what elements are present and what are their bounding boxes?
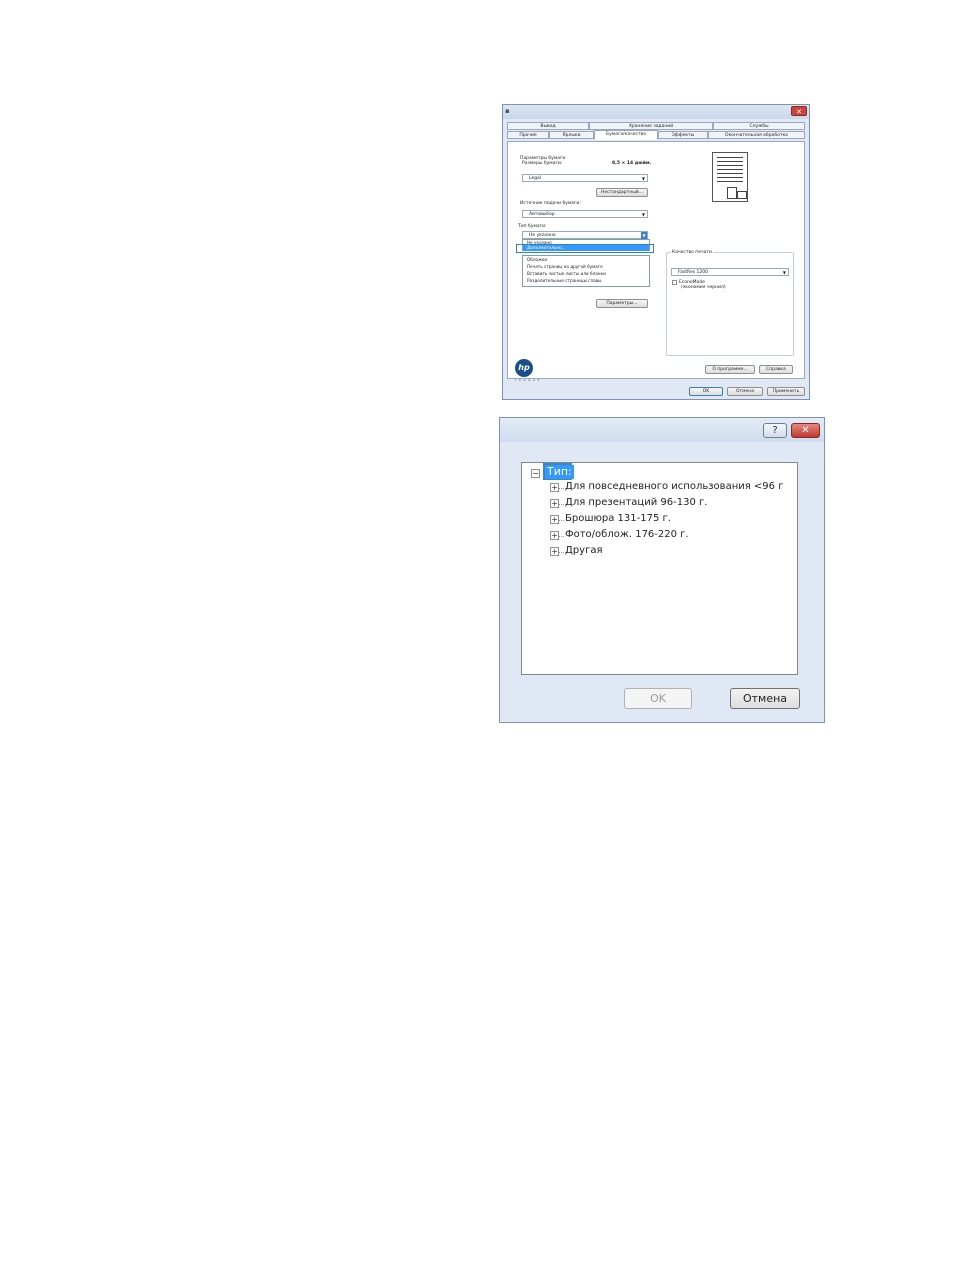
tree-connector xyxy=(559,520,564,521)
paper-size-value: 8,5 × 14 дюйм. xyxy=(612,161,652,166)
tree-connector xyxy=(559,536,564,537)
economode-checkbox[interactable] xyxy=(672,280,677,285)
tree-item-photo-cover[interactable]: Фото/облож. 176-220 г. xyxy=(565,529,689,540)
expand-icon[interactable]: + xyxy=(550,547,559,556)
tree-connector xyxy=(559,488,564,489)
tab-advanced[interactable]: Прочие xyxy=(507,131,549,139)
list-item[interactable]: Разделительные страницы главы xyxy=(527,278,601,283)
ok-button[interactable]: OK xyxy=(624,688,692,709)
expand-icon[interactable]: + xyxy=(550,515,559,524)
hp-logo-tagline: i n v e n t xyxy=(515,378,541,382)
collapse-icon[interactable]: − xyxy=(531,469,540,478)
tree-root-type[interactable]: Тип: xyxy=(545,465,574,479)
about-button[interactable]: О программе... xyxy=(705,365,755,374)
hp-logo: hp xyxy=(515,359,533,377)
paper-size-select-value: Legal xyxy=(529,176,542,181)
paper-type-label: Тип бумаги: xyxy=(518,224,547,229)
economode-sublabel: (экономия чернил) xyxy=(681,285,726,290)
help-button[interactable]: Справка xyxy=(759,365,793,374)
tree-item-everyday[interactable]: Для повседневного использования <96 г xyxy=(565,481,783,492)
paper-quality-panel: Параметры бумаги Размеры бумаги: 8,5 × 1… xyxy=(507,141,805,379)
tab-services[interactable]: Службы xyxy=(713,122,805,130)
list-item[interactable]: Вставить чистые листы или бланки xyxy=(527,271,606,276)
cancel-button[interactable]: Отмена xyxy=(727,387,763,396)
expand-icon[interactable]: + xyxy=(550,499,559,508)
page-preview-icon xyxy=(712,152,748,202)
tree-item-brochure[interactable]: Брошюра 131-175 г. xyxy=(565,513,671,524)
paper-source-select-value: Автовыбор xyxy=(529,212,555,217)
help-button[interactable]: ? xyxy=(763,423,787,438)
paper-sizes-label: Размеры бумаги: xyxy=(522,161,563,166)
tab-shortcuts[interactable]: Ярлыки xyxy=(549,131,594,139)
special-pages-list: Обложки Печать страниц на другой бумаге … xyxy=(522,255,650,287)
paper-type-select[interactable]: Не указано ▼ xyxy=(522,231,648,239)
paper-type-tree: − Тип: + Для повседневного использования… xyxy=(521,462,798,675)
chevron-down-icon: ▼ xyxy=(641,232,647,239)
close-button[interactable]: ✕ xyxy=(791,106,807,116)
tab-effects[interactable]: Эффекты xyxy=(658,131,708,139)
list-item[interactable]: Печать страниц на другой бумаге xyxy=(527,264,603,269)
tab-job-storage[interactable]: Хранение заданий xyxy=(589,122,713,130)
paper-source-select[interactable]: Автовыбор ▼ xyxy=(522,210,648,218)
parameters-button[interactable]: Параметры... xyxy=(596,299,648,308)
title-bar: ▪ ✕ xyxy=(503,105,809,119)
printer-icon: ▪ xyxy=(505,107,510,115)
paper-type-dialog: ? ✕ − Тип: + Для повседневного использов… xyxy=(499,417,825,723)
expand-icon[interactable]: + xyxy=(550,483,559,492)
ok-button[interactable]: OK xyxy=(689,387,723,396)
list-item[interactable]: Обложки xyxy=(527,257,547,262)
custom-size-button[interactable]: Нестандартный... xyxy=(596,188,648,197)
print-quality-group: Качество печати FastRes 1200 ▼ EconoMode … xyxy=(666,250,794,356)
tree-connector xyxy=(559,552,564,553)
tab-paper-quality[interactable]: Бумага/качество xyxy=(594,130,658,140)
tree-item-presentation[interactable]: Для презентаций 96-130 г. xyxy=(565,497,707,508)
chevron-down-icon: ▼ xyxy=(782,270,786,275)
expand-icon[interactable]: + xyxy=(550,531,559,540)
paper-type-select-value: Не указано xyxy=(529,233,556,238)
tree-connector xyxy=(559,504,564,505)
print-quality-select[interactable]: FastRes 1200 ▼ xyxy=(671,268,789,276)
apply-button[interactable]: Применить xyxy=(767,387,805,396)
paper-source-label: Источник подачи бумаги: xyxy=(520,201,581,206)
tree-item-other[interactable]: Другая xyxy=(565,545,602,556)
cancel-button[interactable]: Отмена xyxy=(730,688,800,709)
paper-size-select[interactable]: Legal ▼ xyxy=(522,174,648,182)
chevron-down-icon: ▼ xyxy=(641,176,645,181)
highlight-callout xyxy=(516,244,654,253)
tab-output[interactable]: Вывод xyxy=(507,122,589,130)
printer-properties-dialog: ▪ ✕ Вывод Хранение заданий Службы Прочие… xyxy=(502,104,810,400)
print-quality-select-value: FastRes 1200 xyxy=(678,270,708,275)
chevron-down-icon: ▼ xyxy=(641,212,645,217)
tab-finishing[interactable]: Окончательная обработка xyxy=(708,131,805,139)
close-button[interactable]: ✕ xyxy=(791,423,820,438)
print-quality-label: Качество печати xyxy=(671,250,713,255)
